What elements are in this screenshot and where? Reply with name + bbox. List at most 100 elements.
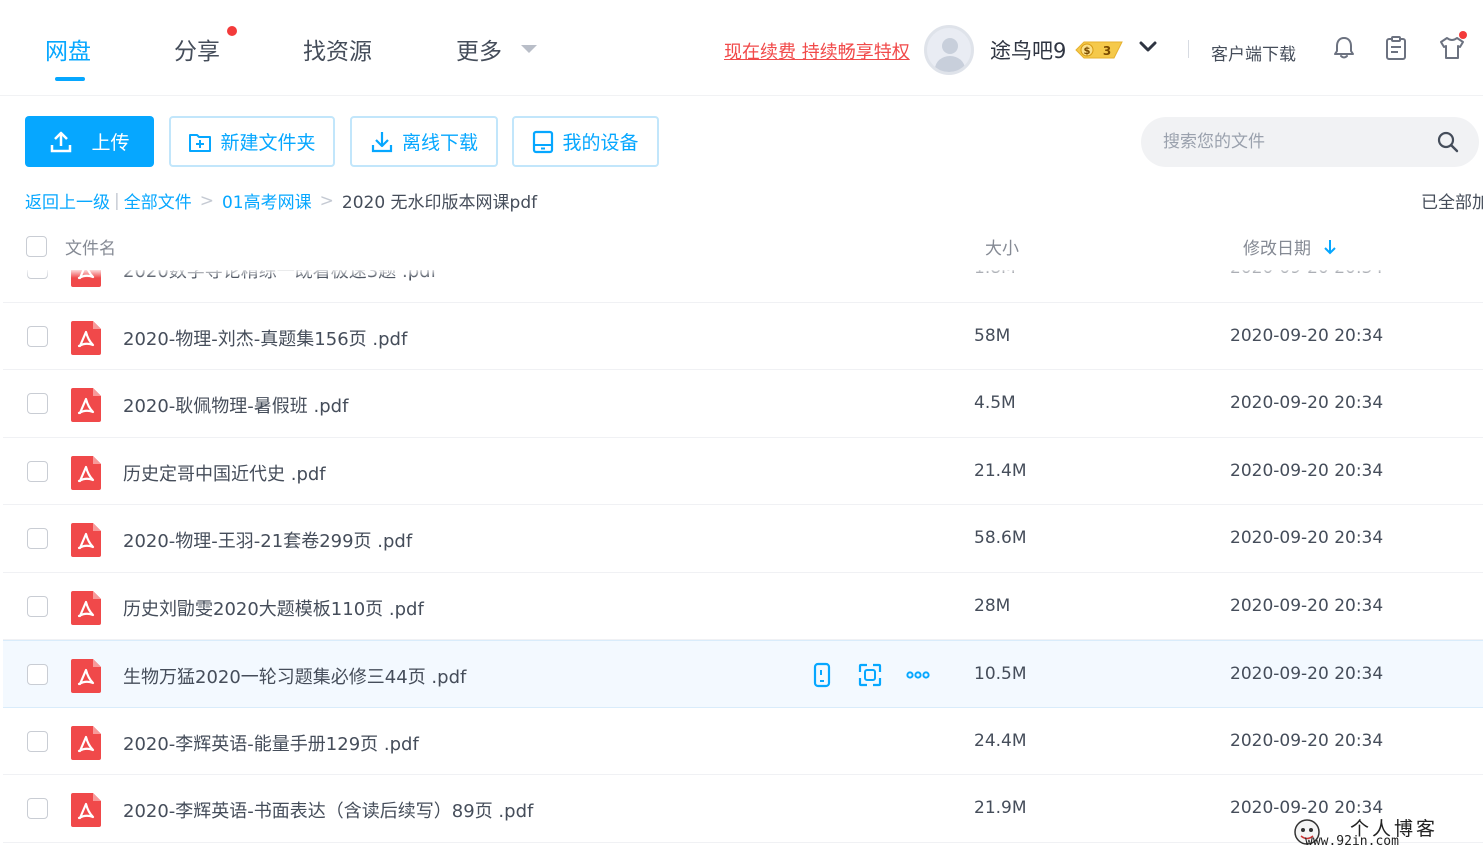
column-header-name[interactable]: 文件名 xyxy=(65,234,116,259)
new-folder-button[interactable]: 新建文件夹 xyxy=(169,116,335,167)
back-link[interactable]: 返回上一级 xyxy=(25,188,110,213)
breadcrumb-all-files[interactable]: 全部文件 xyxy=(124,188,192,213)
breadcrumb-separator: > xyxy=(199,190,214,211)
file-modified-date: 2020-09-20 20:34 xyxy=(1230,460,1384,481)
file-name[interactable]: 历史刘勖雯2020大题模板110页 .pdf xyxy=(123,595,424,621)
row-checkbox[interactable] xyxy=(27,325,48,347)
offline-download-label: 离线下载 xyxy=(401,132,478,154)
file-size: 58.6M xyxy=(974,528,1027,548)
file-size: 28M xyxy=(974,595,1011,616)
file-list: 2020数学导论精练一既看极速3题 .pdf1.8M2020-09-20 20:… xyxy=(0,270,1483,855)
row-checkbox[interactable] xyxy=(27,460,48,482)
row-checkbox[interactable] xyxy=(27,798,48,819)
download-icon xyxy=(371,131,393,152)
breadcrumb-separator: > xyxy=(319,190,334,211)
offline-download-button[interactable]: 离线下载 xyxy=(350,116,498,167)
new-folder-icon xyxy=(189,133,212,152)
svg-text:$: $ xyxy=(1084,46,1091,57)
pdf-file-icon xyxy=(71,793,101,827)
search-box xyxy=(1141,117,1479,167)
file-modified-date: 2020-09-20 20:34 xyxy=(1230,664,1384,684)
upload-icon xyxy=(51,131,72,152)
active-tab-indicator xyxy=(55,77,85,81)
row-checkbox[interactable] xyxy=(27,730,48,752)
column-header-size[interactable]: 大小 xyxy=(985,234,1019,259)
file-row[interactable]: 生物万猛2020一轮习题集必修三44页 .pdf 10.5M 2020-09-20 … xyxy=(3,640,1483,708)
search-input[interactable] xyxy=(1163,129,1433,155)
pdf-file-icon xyxy=(71,725,101,760)
my-devices-button[interactable]: 我的设备 xyxy=(512,116,659,167)
scroll-fade xyxy=(0,270,1483,278)
username[interactable]: 途鸟吧9 xyxy=(990,35,1066,65)
row-checkbox[interactable] xyxy=(27,595,48,617)
chevron-down-icon[interactable] xyxy=(1137,36,1159,58)
watermark-url: www.92in.com xyxy=(1305,834,1399,849)
file-row[interactable]: 2020-物理-刘杰-真题集156页 .pdf 58M 2020-09-20 20:… xyxy=(3,303,1483,370)
file-size: 4.5M xyxy=(974,393,1016,413)
file-size: 10.5M xyxy=(974,664,1027,684)
file-row[interactable]: 历史定哥中国近代史 .pdf 21.4M 2020-09-20 20:34 xyxy=(3,438,1483,505)
bell-icon[interactable] xyxy=(1330,34,1358,62)
share-link-icon[interactable] xyxy=(857,662,883,688)
share-notification-dot xyxy=(227,26,237,36)
file-modified-date: 2020-09-20 20:34 xyxy=(1230,325,1384,346)
breadcrumb-divider: | xyxy=(114,190,120,211)
tab-netdisk[interactable]: 网盘 xyxy=(45,32,91,66)
pdf-file-icon xyxy=(71,523,101,557)
select-all-checkbox[interactable] xyxy=(26,236,47,257)
file-modified-date: 2020-09-20 20:34 xyxy=(1230,595,1384,616)
file-modified-date: 2020-09-20 20:34 xyxy=(1230,730,1384,751)
file-row[interactable]: 2020-李辉英语-能量手册129页 .pdf 24.4M 2020-09-20 2… xyxy=(3,708,1483,775)
file-row[interactable]: 2020-物理-王羽-21套卷299页 .pdf 58.6M 2020-09-20 … xyxy=(3,505,1483,573)
avatar[interactable] xyxy=(924,25,974,75)
more-options-icon[interactable] xyxy=(905,662,931,688)
pdf-file-icon xyxy=(71,659,101,693)
new-folder-label: 新建文件夹 xyxy=(220,132,316,154)
skin-notification-dot xyxy=(1459,31,1467,39)
pdf-file-icon xyxy=(71,388,101,422)
tab-more[interactable]: 更多 xyxy=(456,32,502,66)
pdf-file-icon xyxy=(71,590,101,625)
file-name[interactable]: 历史定哥中国近代史 .pdf xyxy=(123,460,326,486)
caret-down-icon[interactable] xyxy=(521,45,537,53)
file-modified-date: 2020-09-20 20:34 xyxy=(1230,393,1384,413)
divider xyxy=(1188,40,1189,58)
file-name[interactable]: 2020-李辉英语-书面表达（含读后续写）89页 .pdf xyxy=(123,797,533,823)
row-checkbox[interactable] xyxy=(27,393,48,414)
file-name[interactable]: 2020-李辉英语-能量手册129页 .pdf xyxy=(123,730,419,756)
renew-vip-link[interactable]: 现在续费 持续畅享特权 xyxy=(724,38,910,64)
send-to-phone-icon[interactable] xyxy=(809,662,835,688)
column-header-modified[interactable]: 修改日期 xyxy=(1243,234,1311,259)
file-name[interactable]: 2020-物理-刘杰-真题集156页 .pdf xyxy=(123,325,407,351)
file-size: 24.4M xyxy=(974,730,1027,751)
upload-label: 上传 xyxy=(91,132,130,154)
tab-find-resources[interactable]: 找资源 xyxy=(303,32,372,66)
top-navigation: 网盘 分享 找资源 更多 现在续费 持续畅享特权 途鸟吧9 $ 3 客户端下载 xyxy=(0,0,1483,96)
file-name[interactable]: 2020-耿佩物理-暑假班 .pdf xyxy=(123,392,348,418)
loaded-status: 已全部加 xyxy=(1421,193,1483,213)
file-row[interactable]: 2020-李辉英语-书面表达（含读后续写）89页 .pdf 21.9M 2020-0… xyxy=(3,775,1483,843)
file-row[interactable]: 历史刘勖雯2020大题模板110页 .pdf 28M 2020-09-20 20:3… xyxy=(3,573,1483,640)
vip-badge-icon: $ 3 xyxy=(1075,41,1123,59)
vip-level: 3 xyxy=(1103,44,1111,58)
tab-share[interactable]: 分享 xyxy=(174,32,220,66)
sort-down-icon[interactable] xyxy=(1322,238,1338,256)
pdf-file-icon xyxy=(71,320,101,355)
breadcrumb-folder[interactable]: 01高考网课 xyxy=(222,188,312,213)
file-name[interactable]: 2020-物理-王羽-21套卷299页 .pdf xyxy=(123,527,412,553)
row-checkbox[interactable] xyxy=(27,664,48,685)
file-size: 58M xyxy=(974,325,1011,346)
file-row[interactable]: 2020-耿佩物理-暑假班 .pdf 4.5M 2020-09-20 20:34 xyxy=(3,370,1483,438)
breadcrumb: 返回上一级 | 全部文件 > 01高考网课 > 2020 无水印版本网课pdf xyxy=(25,188,538,214)
clipboard-icon[interactable] xyxy=(1382,34,1410,62)
row-checkbox[interactable] xyxy=(27,528,48,549)
search-icon[interactable] xyxy=(1436,130,1460,154)
upload-button[interactable]: 上传 xyxy=(25,116,154,167)
pdf-file-icon xyxy=(71,455,101,490)
my-devices-label: 我的设备 xyxy=(562,132,639,154)
breadcrumb-current: 2020 无水印版本网课pdf xyxy=(341,193,538,213)
file-size: 21.9M xyxy=(974,798,1027,818)
file-size: 21.4M xyxy=(974,460,1027,481)
file-name[interactable]: 生物万猛2020一轮习题集必修三44页 .pdf xyxy=(123,663,466,689)
client-download-link[interactable]: 客户端下载 xyxy=(1211,40,1296,65)
